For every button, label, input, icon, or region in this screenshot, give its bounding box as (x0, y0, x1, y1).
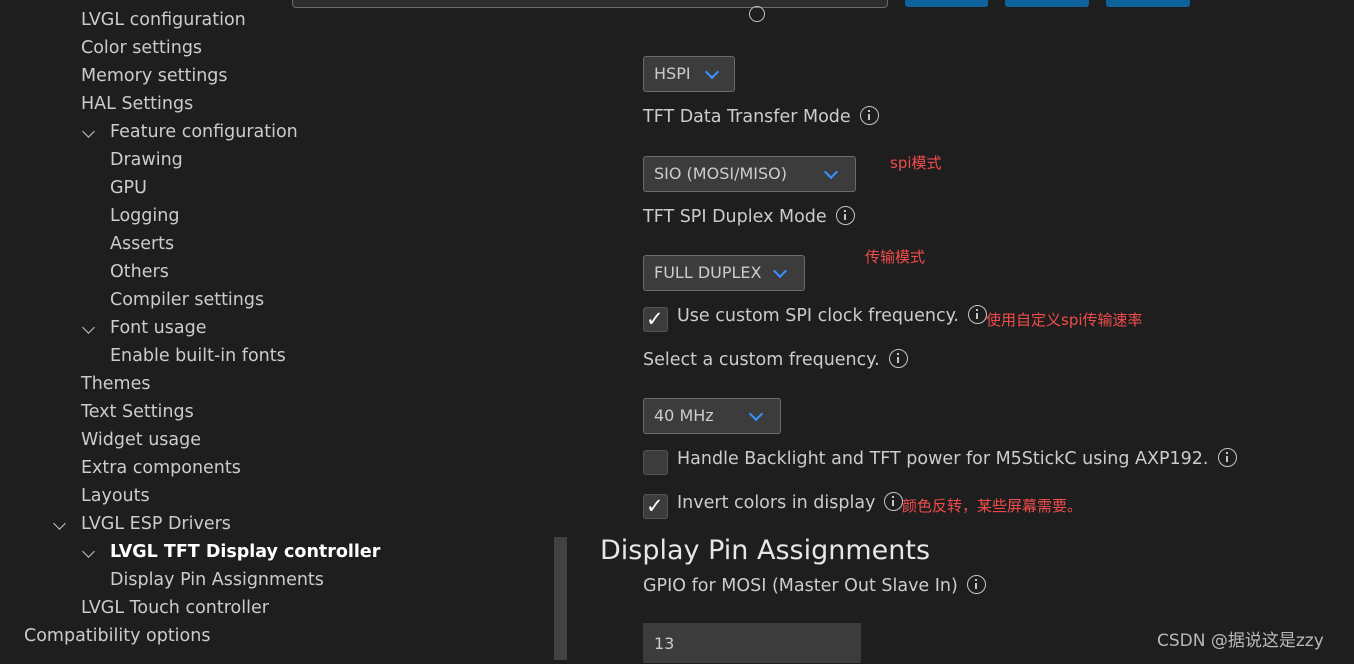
tree-item-display-pin-assignments[interactable]: Display Pin Assignments (110, 568, 324, 592)
annotation-spi-mode: spi模式 (890, 154, 942, 172)
chevron-down-icon[interactable] (82, 545, 95, 558)
chevron-down-icon (823, 164, 839, 180)
transfer-mode-value: SIO (MOSI/MISO) (654, 164, 787, 183)
tree-item-compatibility-options[interactable]: Compatibility options (24, 624, 210, 648)
invert-colors-text: Invert colors in display (677, 493, 876, 513)
tree-item-hal-settings[interactable]: HAL Settings (81, 92, 193, 116)
tree-item-lvgl-tft-display-controller[interactable]: LVGL TFT Display controller (110, 540, 380, 564)
backlight-label: Handle Backlight and TFT power for M5Sti… (677, 447, 1237, 471)
custom-freq-text: Select a custom frequency. (643, 350, 880, 370)
info-icon[interactable] (968, 304, 987, 324)
annotation-transfer-mode: 传输模式 (865, 248, 926, 266)
custom-freq-value: 40 MHz (654, 406, 714, 425)
tree-item-others[interactable]: Others (110, 260, 169, 284)
backlight-checkbox[interactable] (643, 450, 668, 475)
custom-freq-select[interactable]: 40 MHz (643, 398, 781, 434)
tree-item-extra-components[interactable]: Extra components (81, 456, 241, 480)
tree-item-memory-settings[interactable]: Memory settings (81, 64, 228, 88)
tree-item-enable-built-in-fonts[interactable]: Enable built-in fonts (110, 344, 286, 368)
tree-item-lvgl-touch-controller[interactable]: LVGL Touch controller (81, 596, 269, 620)
tree-item-compiler-settings[interactable]: Compiler settings (110, 288, 264, 312)
spi-bus-value: HSPI (654, 64, 691, 83)
transfer-mode-select[interactable]: SIO (MOSI/MISO) (643, 156, 856, 192)
tree-item-font-usage[interactable]: Font usage (110, 316, 206, 340)
custom-clock-checkbox[interactable]: ✓ (643, 307, 668, 332)
info-icon[interactable] (749, 6, 765, 22)
chevron-down-icon (772, 263, 788, 279)
checkmark-icon: ✓ (646, 494, 664, 518)
invert-colors-label: Invert colors in display (677, 491, 904, 515)
invert-colors-checkbox[interactable]: ✓ (643, 494, 668, 519)
spi-bus-select[interactable]: HSPI (643, 56, 735, 92)
mosi-input[interactable]: 13 (643, 623, 861, 663)
chevron-down-icon[interactable] (82, 125, 95, 138)
tree-item-gpu[interactable]: GPU (110, 176, 147, 200)
toolbar-button-1[interactable] (905, 0, 988, 7)
custom-freq-label: Select a custom frequency. (643, 348, 908, 372)
transfer-mode-label: TFT Data Transfer Mode (643, 105, 879, 129)
tree-item-asserts[interactable]: Asserts (110, 232, 174, 256)
tree-item-feature-configuration[interactable]: Feature configuration (110, 120, 298, 144)
info-icon[interactable] (884, 491, 904, 511)
chevron-down-icon[interactable] (82, 321, 95, 334)
tree-item-themes[interactable]: Themes (81, 372, 150, 396)
info-icon[interactable] (1217, 447, 1237, 467)
toolbar-button-2[interactable] (1005, 0, 1089, 7)
checkmark-icon: ✓ (646, 307, 664, 331)
tree-item-lvgl-esp-drivers[interactable]: LVGL ESP Drivers (81, 512, 231, 536)
info-icon[interactable] (835, 205, 855, 225)
tree-item-layouts[interactable]: Layouts (81, 484, 150, 508)
custom-clock-label: Use custom SPI clock frequency. (677, 304, 987, 328)
tree-item-text-settings[interactable]: Text Settings (81, 400, 194, 424)
tree-item-logging[interactable]: Logging (110, 204, 179, 228)
duplex-mode-text: TFT SPI Duplex Mode (643, 207, 827, 227)
duplex-mode-select[interactable]: FULL DUPLEX (643, 255, 805, 291)
annotation-invert: 颜色反转，某些屏幕需要。 (902, 497, 1083, 515)
mosi-value: 13 (654, 634, 675, 653)
tree-item-color-settings[interactable]: Color settings (81, 36, 202, 60)
duplex-mode-value: FULL DUPLEX (654, 263, 762, 282)
section-title: Display Pin Assignments (600, 535, 931, 566)
info-icon[interactable] (859, 105, 879, 125)
mosi-text: GPIO for MOSI (Master Out Slave In) (643, 576, 958, 596)
annotation-custom-rate: 使用自定义spi传输速率 (986, 311, 1143, 329)
tree-item-drawing[interactable]: Drawing (110, 148, 183, 172)
watermark: CSDN @据说这是zzy (1157, 631, 1324, 651)
chevron-down-icon[interactable] (53, 517, 66, 530)
tree-item-widget-usage[interactable]: Widget usage (81, 428, 201, 452)
mosi-label: GPIO for MOSI (Master Out Slave In) (643, 574, 986, 598)
duplex-mode-label: TFT SPI Duplex Mode (643, 205, 855, 229)
search-settings-input[interactable] (292, 0, 888, 8)
scrollbar[interactable] (554, 537, 567, 660)
backlight-text: Handle Backlight and TFT power for M5Sti… (677, 449, 1209, 469)
transfer-mode-text: TFT Data Transfer Mode (643, 107, 851, 127)
info-icon[interactable] (966, 574, 986, 594)
toolbar-button-3[interactable] (1106, 0, 1190, 7)
chevron-down-icon (704, 64, 720, 80)
info-icon[interactable] (888, 348, 908, 368)
chevron-down-icon (748, 406, 764, 422)
tree-item-lvgl-configuration[interactable]: LVGL configuration (81, 8, 246, 32)
custom-clock-text: Use custom SPI clock frequency. (677, 306, 959, 326)
